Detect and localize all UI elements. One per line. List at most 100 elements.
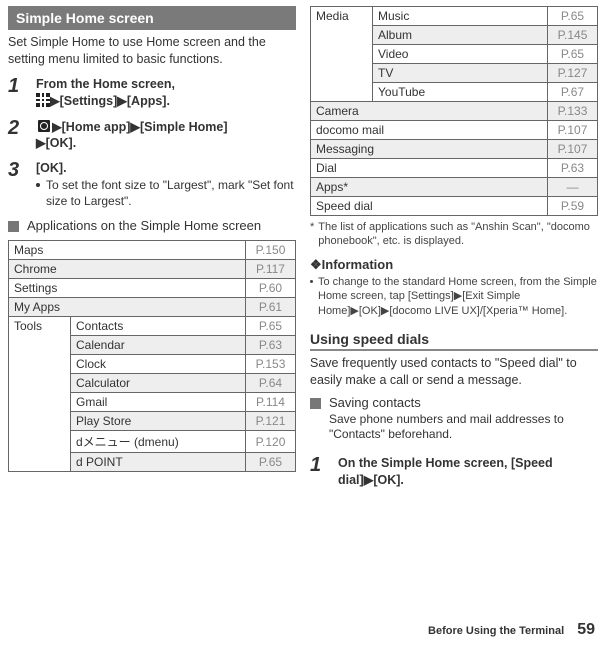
page-ref: P.63 (548, 159, 598, 178)
page-ref: P.59 (548, 197, 598, 216)
step-text: [Home app] (62, 120, 131, 134)
step-text: [OK]. (373, 473, 404, 487)
speed-step-1: 1 On the Simple Home screen, [Speed dial… (310, 455, 598, 489)
app-name: Speed dial (311, 197, 548, 216)
app-name: Settings (9, 279, 246, 298)
info-text: [OK] (359, 305, 381, 317)
page-ref: P.60 (246, 279, 296, 298)
arrow-icon: ▶ (454, 290, 462, 302)
footnote: * The list of applications such as "Ansh… (310, 220, 598, 249)
page-ref: P.117 (246, 260, 296, 279)
heading-text: Information (322, 257, 394, 272)
app-name: Album (373, 26, 548, 45)
step-text: From the Home screen, (36, 77, 175, 91)
page-ref: P.114 (246, 393, 296, 412)
step-number: 1 (310, 455, 328, 489)
saving-body: Save phone numbers and mail addresses to… (329, 412, 598, 443)
page-number: 59 (577, 621, 595, 638)
app-name: My Apps (9, 298, 246, 317)
step-text: [Apps]. (127, 94, 170, 108)
table-row: CameraP.133 (311, 102, 598, 121)
app-name: Video (373, 45, 548, 64)
table-row: Apps*― (311, 178, 598, 197)
app-name: Clock (71, 355, 246, 374)
apps-grid-icon (36, 93, 50, 107)
step-number: 3 (8, 160, 26, 209)
speed-intro: Save frequently used contacts to "Speed … (310, 355, 598, 389)
apps-table-left: MapsP.150 ChromeP.117 SettingsP.60 My Ap… (8, 240, 296, 472)
app-name: d POINT (71, 453, 246, 472)
app-name: Calendar (71, 336, 246, 355)
info-bullet: To change to the standard Home screen, f… (310, 275, 598, 320)
table-row: Speed dialP.59 (311, 197, 598, 216)
step-text: [OK]. (46, 136, 77, 150)
app-name: Messaging (311, 140, 548, 159)
page-ref: P.107 (548, 140, 598, 159)
bullet-icon (36, 183, 40, 187)
arrow-icon: ▶ (50, 94, 60, 108)
table-row: ChromeP.117 (9, 260, 296, 279)
intro-text: Set Simple Home to use Home screen and t… (8, 34, 296, 68)
table-row: DialP.63 (311, 159, 598, 178)
page-ref: P.121 (246, 412, 296, 431)
page-ref: P.61 (246, 298, 296, 317)
app-name: Chrome (9, 260, 246, 279)
arrow-icon: ▶ (117, 94, 127, 108)
page-ref: P.120 (246, 431, 296, 453)
app-name: Calculator (71, 374, 246, 393)
arrow-icon: ▶ (130, 120, 140, 134)
page-ref: P.153 (246, 355, 296, 374)
app-name: Maps (9, 241, 246, 260)
arrow-icon: ▶ (36, 136, 46, 150)
step-number: 2 (8, 118, 26, 153)
step-1: 1 From the Home screen, ▶[Settings]▶[App… (8, 76, 296, 110)
step-text: [Settings] (60, 94, 118, 108)
app-name: Contacts (71, 317, 246, 336)
app-name: docomo mail (311, 121, 548, 140)
page-ref: P.65 (246, 453, 296, 472)
page-ref: P.67 (548, 83, 598, 102)
step-2: 2 ▶[Home app]▶[Simple Home]▶[OK]. (8, 118, 296, 153)
footer-section: Before Using the Terminal (428, 625, 564, 637)
bullet-icon (310, 280, 313, 283)
table-row: MediaMusicP.65 (311, 7, 598, 26)
group-label: Media (311, 7, 373, 102)
page-ref: P.65 (246, 317, 296, 336)
saving-contacts-heading: Saving contacts Save phone numbers and m… (310, 395, 598, 449)
page-ref: P.127 (548, 64, 598, 83)
app-name: Camera (311, 102, 548, 121)
page-ref: P.107 (548, 121, 598, 140)
app-name: Apps* (311, 178, 548, 197)
gear-icon (36, 118, 52, 134)
square-bullet-icon (310, 398, 321, 409)
asterisk-icon: * (310, 220, 314, 249)
step-number: 1 (8, 76, 26, 110)
section-banner: Simple Home screen (8, 6, 296, 30)
table-row: MapsP.150 (9, 241, 296, 260)
app-name: Music (373, 7, 548, 26)
diamond-icon: ❖ (310, 257, 322, 272)
apps-table-right: MediaMusicP.65 AlbumP.145 VideoP.65 TVP.… (310, 6, 598, 216)
step-text: [Simple Home] (140, 120, 228, 134)
square-bullet-icon (8, 221, 19, 232)
applications-heading: Applications on the Simple Home screen (8, 218, 296, 235)
table-row: My AppsP.61 (9, 298, 296, 317)
app-name: YouTube (373, 83, 548, 102)
table-row: docomo mailP.107 (311, 121, 598, 140)
arrow-icon: ▶ (52, 120, 62, 134)
page-ref: P.63 (246, 336, 296, 355)
info-text: [docomo LIVE UX]/[Xperia™ Home]. (389, 305, 567, 317)
arrow-icon: ▶ (350, 305, 358, 317)
app-name: Play Store (71, 412, 246, 431)
heading-text: Applications on the Simple Home screen (27, 218, 261, 235)
table-row: ToolsContactsP.65 (9, 317, 296, 336)
page-ref: P.150 (246, 241, 296, 260)
page-ref: P.145 (548, 26, 598, 45)
app-name: Gmail (71, 393, 246, 412)
page-ref: ― (548, 178, 598, 197)
step-3: 3 [OK]. To set the font size to "Largest… (8, 160, 296, 209)
group-label: Tools (9, 317, 71, 472)
step-note: To set the font size to "Largest", mark … (36, 177, 296, 209)
sub-section-banner: Using speed dials (310, 329, 598, 351)
app-name: Dial (311, 159, 548, 178)
